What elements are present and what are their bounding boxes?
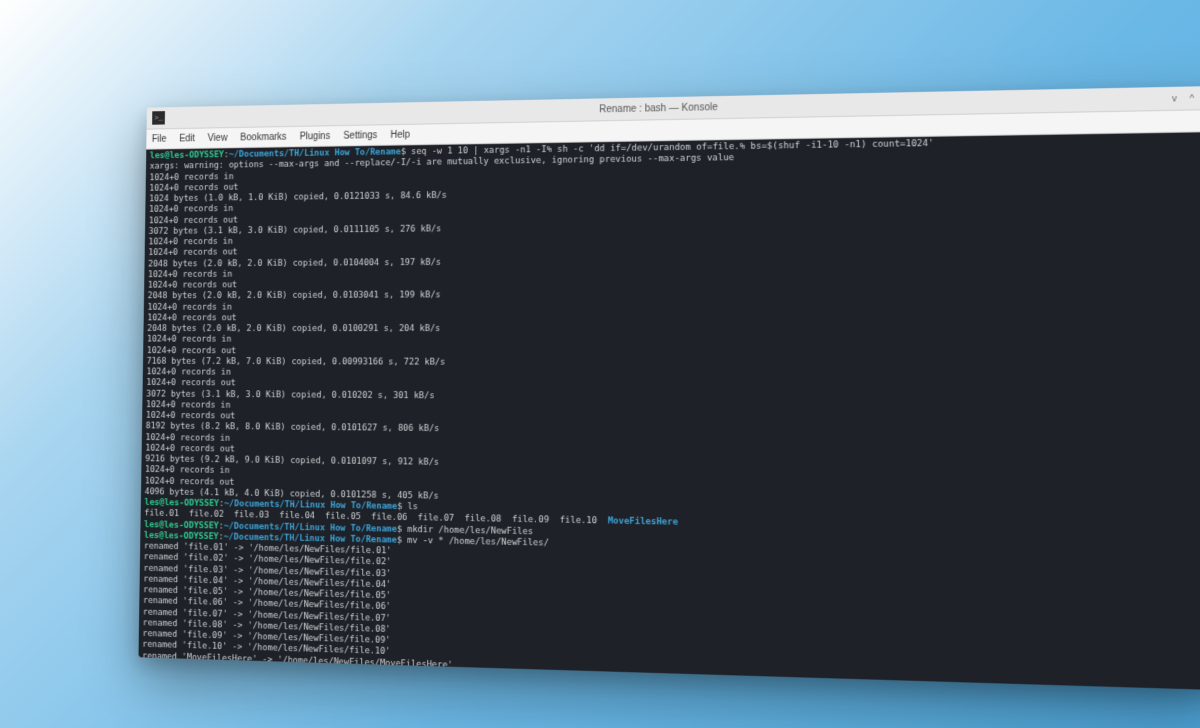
prompt-user-host: les@les-ODYSSEY — [150, 150, 224, 161]
menu-edit[interactable]: Edit — [179, 133, 195, 144]
menu-file[interactable]: File — [152, 134, 167, 145]
prompt-sigil: $ — [397, 502, 407, 512]
menu-settings[interactable]: Settings — [343, 130, 377, 141]
prompt-sigil: $ — [397, 524, 407, 534]
prompt-sigil: $ — [395, 670, 405, 680]
cursor — [406, 670, 412, 680]
maximize-button[interactable]: ^ — [1185, 92, 1198, 105]
command-text: mkdir /home/les/NewFiles — [407, 524, 533, 536]
dd-records-out: 1024+0 records out — [147, 312, 1200, 324]
command-text: ls — [407, 502, 417, 512]
menu-plugins[interactable]: Plugins — [299, 131, 330, 142]
dd-summary: 2048 bytes (2.0 kB, 2.0 KiB) copied, 0.0… — [147, 324, 1200, 336]
window-title: Rename : bash — Konsole — [599, 102, 718, 115]
app-icon: >_ — [152, 111, 165, 125]
menu-view[interactable]: View — [208, 132, 228, 143]
prompt-user-host: les@les-ODYSSEY — [144, 520, 219, 531]
prompt-path: ~/Documents/TH/Linux How To/Rename — [222, 664, 396, 679]
ls-directory: MoveFilesHere — [608, 517, 678, 528]
prompt-user-host: les@les-ODYSSEY — [142, 662, 217, 674]
konsole-window: >_ Rename : bash — Konsole v ^ × File Ed… — [138, 86, 1200, 690]
prompt-user-host: les@les-ODYSSEY — [144, 531, 219, 542]
minimize-button[interactable]: v — [1168, 92, 1181, 105]
command-text: mv -v * /home/les/NewFiles/ — [407, 536, 549, 549]
prompt-separator: : — [217, 664, 222, 674]
terminal-viewport[interactable]: les@les-ODYSSEY:~/Documents/TH/Linux How… — [138, 132, 1200, 690]
menu-bookmarks[interactable]: Bookmarks — [240, 131, 286, 142]
window-controls: v ^ × — [1168, 91, 1200, 104]
prompt-user-host: les@les-ODYSSEY — [144, 498, 219, 509]
prompt-sigil: $ — [397, 535, 407, 545]
prompt-sigil: $ — [401, 147, 411, 157]
menu-help[interactable]: Help — [390, 129, 410, 140]
